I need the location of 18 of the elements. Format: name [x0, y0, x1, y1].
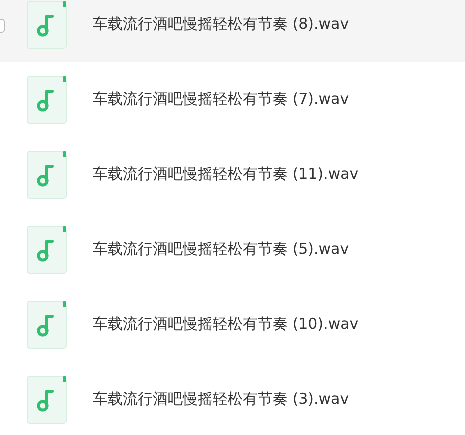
audio-file-icon [27, 300, 67, 348]
file-name: 车载流行酒吧慢摇轻松有节奏 (10).wav [93, 314, 359, 336]
audio-file-icon [27, 76, 67, 124]
file-row[interactable]: 车载流行酒吧慢摇轻松有节奏 (7).wav [0, 62, 465, 137]
file-row[interactable]: 车载流行酒吧慢摇轻松有节奏 (3).wav [0, 362, 465, 435]
file-row[interactable]: 车载流行酒吧慢摇轻松有节奏 (5).wav [0, 212, 465, 287]
file-row[interactable]: 车载流行酒吧慢摇轻松有节奏 (11).wav [0, 137, 465, 212]
file-name: 车载流行酒吧慢摇轻松有节奏 (8).wav [93, 14, 350, 36]
audio-file-icon [27, 226, 67, 274]
audio-file-icon [27, 150, 67, 198]
file-name: 车载流行酒吧慢摇轻松有节奏 (3).wav [93, 389, 350, 410]
audio-file-icon [27, 0, 67, 48]
file-name: 车载流行酒吧慢摇轻松有节奏 (5).wav [93, 239, 350, 260]
file-row[interactable]: 车载流行酒吧慢摇轻松有节奏 (8).wav [0, 0, 465, 62]
file-row[interactable]: 车载流行酒吧慢摇轻松有节奏 (10).wav [0, 287, 465, 362]
audio-file-icon [27, 376, 67, 424]
file-name: 车载流行酒吧慢摇轻松有节奏 (11).wav [93, 164, 359, 186]
file-name: 车载流行酒吧慢摇轻松有节奏 (7).wav [93, 89, 350, 110]
